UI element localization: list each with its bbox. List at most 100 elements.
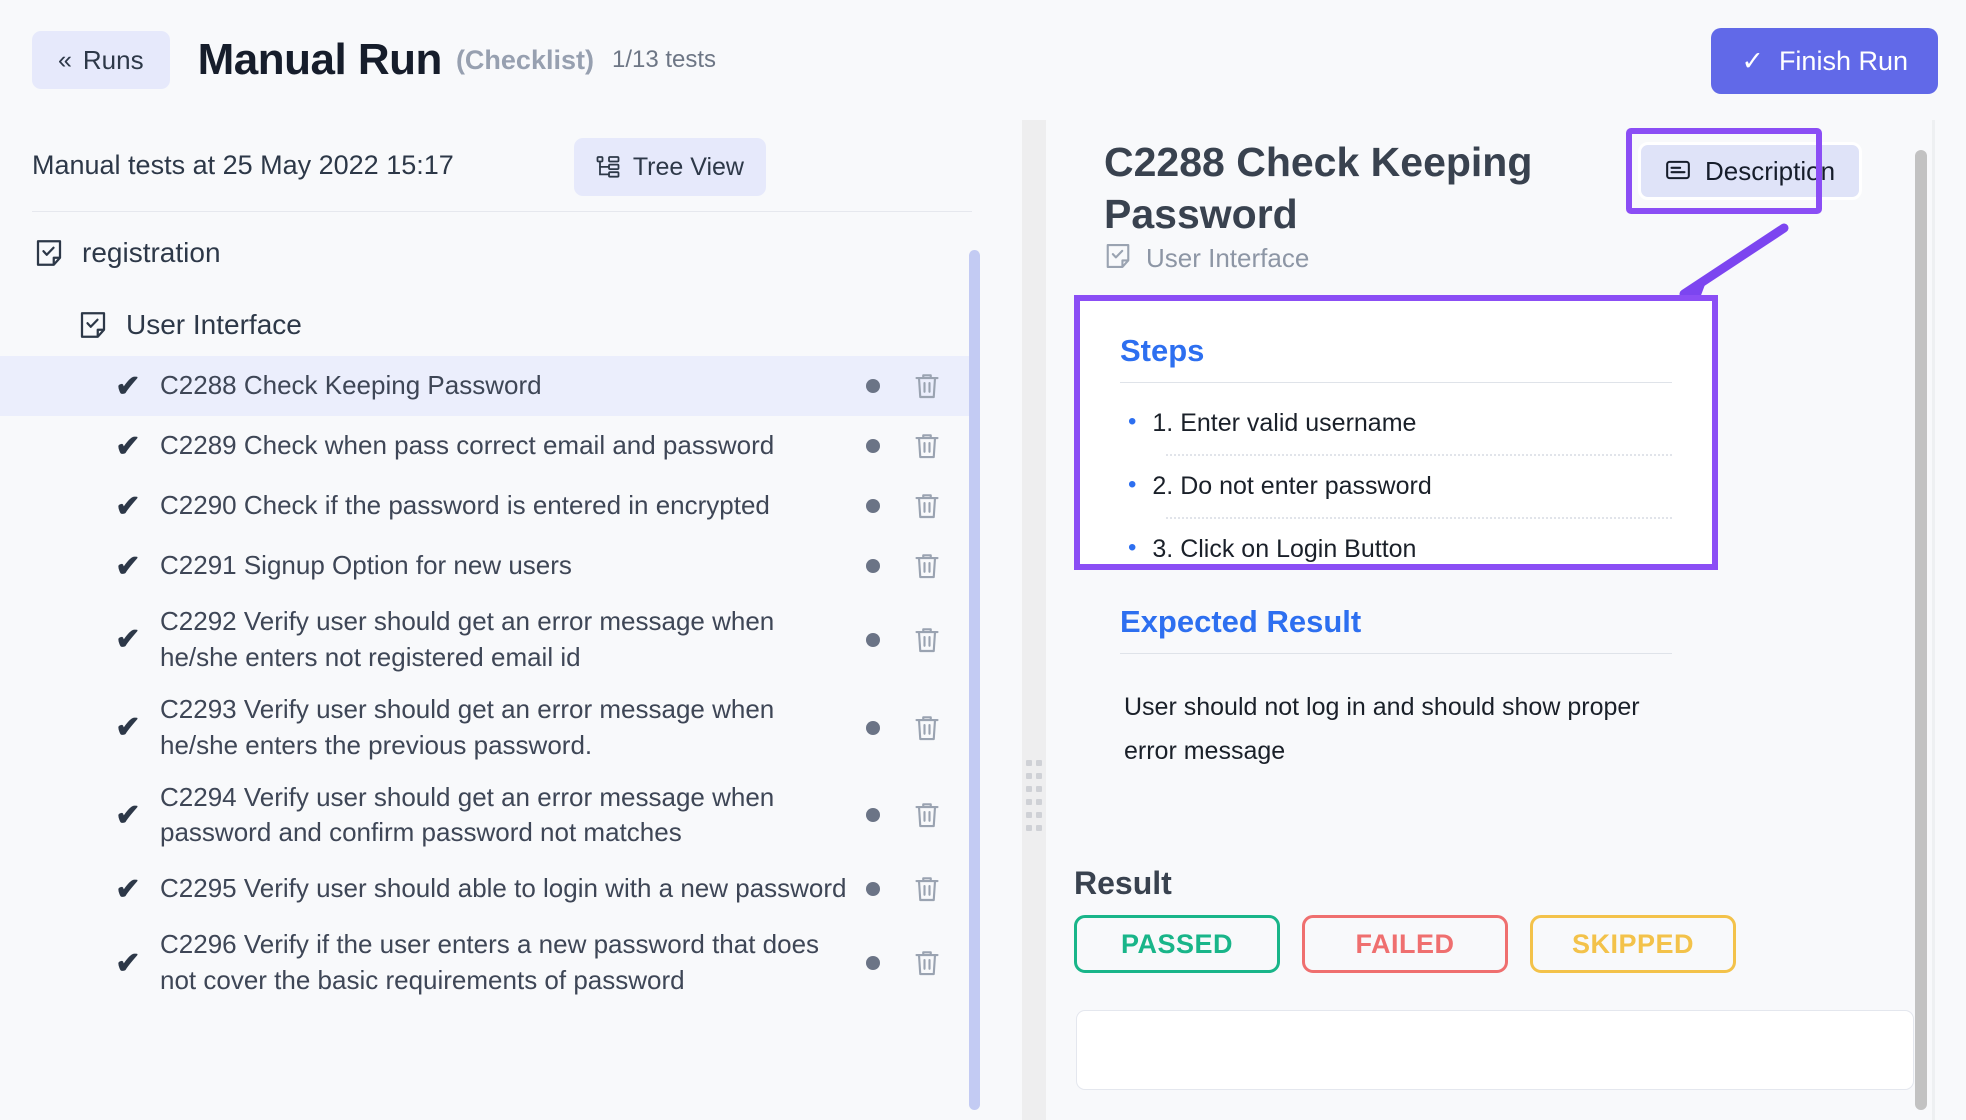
- trash-icon[interactable]: [912, 431, 942, 461]
- test-list-item-label: C2295 Verify user should able to login w…: [160, 873, 847, 904]
- step-item: • 1. Enter valid username: [1120, 393, 1672, 454]
- grip-dot: [1026, 786, 1032, 792]
- test-list-scrollbar[interactable]: [969, 250, 980, 1110]
- description-tab-button[interactable]: Description: [1638, 142, 1863, 200]
- description-tab-label: Description: [1705, 155, 1836, 186]
- step-text: 3. Click on Login Button: [1152, 535, 1417, 563]
- tree-icon: [596, 155, 620, 179]
- expected-result-rule: [1120, 653, 1672, 654]
- test-list-item-label: C2292 Verify user should get an error me…: [160, 606, 775, 672]
- step-text: 1. Enter valid username: [1152, 409, 1417, 437]
- test-list-item[interactable]: ✔ C2291 Signup Option for new users: [0, 536, 970, 596]
- test-list-item[interactable]: ✔ C2293 Verify user should get an error m…: [0, 684, 970, 772]
- status-dot[interactable]: [866, 882, 880, 897]
- grip-dot: [1036, 825, 1042, 831]
- panel-splitter[interactable]: [1022, 120, 1046, 1120]
- result-button-passed[interactable]: PASSED: [1074, 915, 1280, 973]
- checklist-document-icon: [1104, 242, 1132, 275]
- test-suite-label: User Interface: [1146, 243, 1310, 273]
- bullet-icon: •: [1128, 408, 1137, 435]
- steps-rule: [1120, 382, 1672, 383]
- trash-icon[interactable]: [912, 800, 942, 830]
- top-bar: « Runs Manual Run (Checklist) 1/13 tests…: [0, 0, 1966, 120]
- grip-dot: [1026, 760, 1032, 766]
- result-heading: Result: [1074, 865, 1172, 901]
- steps-heading: Steps: [1120, 333, 1205, 368]
- test-list-panel: Manual tests at 25 May 2022 15:17 Tree V…: [0, 120, 1022, 1120]
- test-list-item[interactable]: ✔ C2294 Verify user should get an error m…: [0, 772, 970, 860]
- tree-view-label: Tree View: [632, 152, 744, 181]
- result-button-skipped[interactable]: SKIPPED: [1530, 915, 1736, 973]
- page-title: Manual Run: [197, 35, 443, 84]
- status-dot[interactable]: [866, 499, 880, 513]
- result-button-group: PASSED FAILED SKIPPED: [1074, 915, 1736, 973]
- test-list-item-label: C2293 Verify user should get an error me…: [160, 693, 775, 760]
- check-icon: ✔: [115, 489, 141, 523]
- status-dot[interactable]: [866, 720, 880, 735]
- grip-dot: [1036, 773, 1042, 779]
- trash-icon[interactable]: [912, 491, 942, 521]
- grip-dot: [1026, 812, 1032, 818]
- trash-icon[interactable]: [912, 551, 942, 581]
- page-scrollbar[interactable]: [1915, 150, 1927, 1110]
- test-detail-title: C2288 Check Keeping Password: [1104, 139, 1533, 238]
- splitter-grip-handle[interactable]: [1026, 760, 1042, 840]
- tree-view-button[interactable]: Tree View: [573, 138, 766, 196]
- folder-label: registration: [82, 237, 221, 268]
- check-icon: ✔: [115, 623, 141, 657]
- tree-folder-user-interface[interactable]: User Interface: [0, 294, 1000, 356]
- check-icon: ✔: [115, 798, 141, 832]
- check-icon: ✔: [115, 711, 141, 745]
- result-button-failed[interactable]: FAILED: [1302, 915, 1508, 973]
- grip-dot: [1026, 799, 1032, 805]
- steps-list: • 1. Enter valid username • 2. Do not enter…: [1120, 393, 1672, 580]
- test-count-label: 1/13 tests: [611, 46, 717, 73]
- test-list-item-label: C2290 Check if the password is entered i…: [160, 490, 770, 521]
- test-list-item[interactable]: ✔ C2289 Check when pass correct email and…: [0, 416, 970, 476]
- back-to-runs-button[interactable]: « Runs: [32, 31, 170, 89]
- status-dot[interactable]: [866, 808, 880, 823]
- trash-icon[interactable]: [912, 371, 942, 401]
- test-list-item[interactable]: ✔ C2296 Verify if the user enters a new p…: [0, 919, 970, 1007]
- check-icon: ✔: [115, 549, 141, 583]
- page-subtitle-type: (Checklist): [455, 44, 594, 75]
- step-text: 2. Do not enter password: [1152, 472, 1432, 500]
- step-item: • 2. Do not enter password: [1120, 456, 1672, 517]
- test-detail-panel: C2288 Check Keeping Password User Interf…: [1046, 120, 1966, 1120]
- check-icon: ✔: [115, 946, 141, 980]
- trash-icon[interactable]: [912, 625, 942, 655]
- status-dot[interactable]: [866, 956, 880, 971]
- expected-result-heading: Expected Result: [1120, 604, 1362, 639]
- status-dot[interactable]: [866, 559, 880, 573]
- status-dot[interactable]: [866, 439, 880, 453]
- test-list-item-label: C2296 Verify if the user enters a new pa…: [160, 929, 820, 996]
- tree-folder-registration[interactable]: registration: [0, 222, 1000, 284]
- test-list-item-label: C2294 Verify user should get an error me…: [160, 781, 775, 848]
- grip-dot: [1026, 773, 1032, 779]
- scrollbar-track: [1932, 120, 1935, 1120]
- step-item: • 3. Click on Login Button: [1120, 519, 1672, 580]
- finish-run-label: Finish Run: [1778, 45, 1908, 76]
- status-dot[interactable]: [866, 632, 880, 647]
- trash-icon[interactable]: [912, 713, 942, 743]
- grip-dot: [1036, 812, 1042, 818]
- comment-input[interactable]: [1076, 1010, 1914, 1090]
- test-tree-list[interactable]: registration User Interface ✔ C2288 Check K…: [0, 212, 1000, 1120]
- folder-label: User Interface: [126, 309, 302, 340]
- grip-dot: [1036, 760, 1042, 766]
- finish-run-button[interactable]: ✓ Finish Run: [1711, 28, 1938, 94]
- double-chevron-left-icon: «: [58, 45, 72, 74]
- trash-icon[interactable]: [912, 874, 942, 904]
- test-list-item[interactable]: ✔ C2290 Check if the password is entered …: [0, 476, 970, 536]
- checklist-document-icon: [34, 238, 64, 268]
- test-list-item[interactable]: ✔ C2295 Verify user should able to login …: [0, 859, 970, 919]
- check-icon: ✔: [115, 369, 141, 403]
- test-list-item[interactable]: ✔ C2288 Check Keeping Password: [0, 356, 970, 416]
- bullet-icon: •: [1128, 534, 1137, 561]
- test-list-item[interactable]: ✔ C2292 Verify user should get an error m…: [0, 596, 970, 684]
- description-card: Steps • 1. Enter valid username • 2. Do not…: [1074, 295, 1718, 765]
- status-dot[interactable]: [866, 379, 880, 393]
- trash-icon[interactable]: [912, 948, 942, 978]
- test-suite-breadcrumb: User Interface: [1104, 242, 1309, 275]
- grip-dot: [1026, 825, 1032, 831]
